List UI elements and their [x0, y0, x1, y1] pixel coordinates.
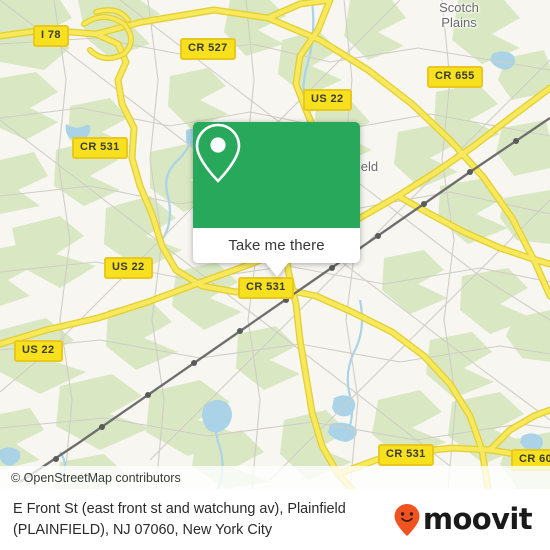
road-shield-cr-655: CR 655 — [427, 66, 483, 88]
moovit-wordmark: moovit — [422, 502, 533, 536]
moovit-logo[interactable]: moovit — [393, 503, 538, 537]
road-shield-i-78: I 78 — [33, 25, 69, 47]
address-line-2: (PLAINFIELD), NJ 07060, New York City — [13, 521, 273, 538]
callout-card-header — [193, 122, 360, 228]
road-shield-us-22-a: US 22 — [303, 89, 352, 111]
road-shield-cr-531-b: CR 531 — [238, 277, 294, 299]
footer-bar: E Front St (east front st and watchung a… — [0, 489, 550, 550]
map-canvas[interactable]: I 78 CR 527 CR 655 US 22 CR 531 US 22 CR… — [0, 0, 550, 489]
address-text: E Front St (east front st and watchung a… — [13, 499, 346, 541]
destination-callout-card[interactable]: Take me there — [193, 122, 360, 277]
road-shield-cr-531-a: CR 531 — [72, 137, 128, 159]
road-shield-us-22-c: US 22 — [14, 340, 63, 362]
road-shield-us-22-b: US 22 — [104, 257, 153, 279]
openstreetmap-attribution: © OpenStreetMap contributors — [11, 470, 181, 485]
callout-pointer — [265, 262, 289, 277]
address-line-1: E Front St (east front st and watchung a… — [13, 500, 346, 517]
footer-content: E Front St (east front st and watchung a… — [0, 489, 550, 550]
moovit-pin-icon — [394, 503, 420, 536]
map-attribution-bar: © OpenStreetMap contributors — [0, 466, 550, 489]
place-label-scotch-plains: Scotch Plains — [439, 0, 479, 30]
map-screenshot: I 78 CR 527 CR 655 US 22 CR 531 US 22 CR… — [0, 0, 550, 550]
road-shield-cr-531-c: CR 531 — [378, 444, 434, 466]
take-me-there-label: Take me there — [228, 237, 325, 254]
take-me-there-button[interactable]: Take me there — [193, 228, 360, 263]
road-shield-cr-527: CR 527 — [180, 38, 236, 60]
location-pin-icon — [195, 123, 241, 183]
